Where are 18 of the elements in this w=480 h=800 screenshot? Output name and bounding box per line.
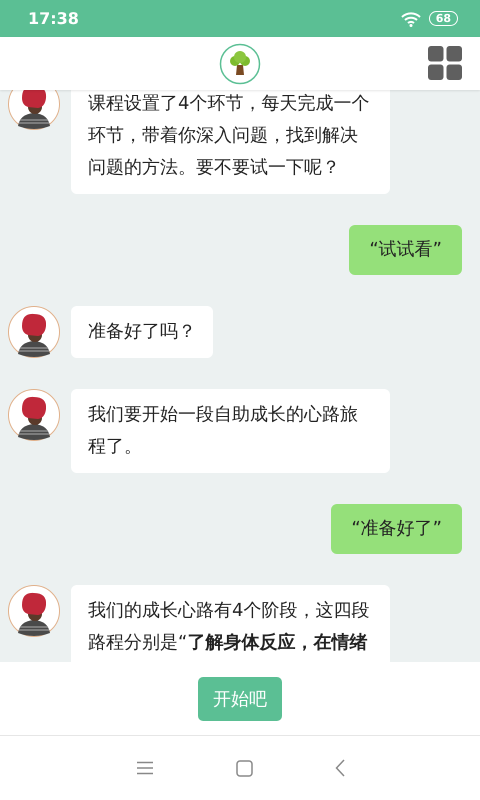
avatar-icon (8, 389, 60, 441)
avatar-icon (8, 306, 60, 358)
back-icon[interactable] (334, 759, 344, 777)
message-bubble: 课程设置了4个环节，每天完成一个环节，带着你深入问题，找到解决问题的方法。要不要试一下呢？ (71, 90, 390, 194)
menu-icon[interactable] (136, 761, 154, 775)
wifi-icon (400, 10, 421, 26)
message-bubble: 准备好了吗？ (71, 306, 213, 358)
reply-bubble: “准备好了” (331, 504, 462, 554)
tree-logo-icon (219, 42, 261, 84)
start-button[interactable]: 开始吧 (198, 676, 282, 720)
grid-menu-icon[interactable] (428, 46, 462, 80)
home-icon[interactable] (236, 760, 252, 776)
status-time: 17:38 (28, 9, 79, 28)
message-bubble: 我们要开始一段自助成长的心路旅程了。 (71, 389, 390, 473)
message-bubble: 我们的成长心路有4个阶段，这四段路程分别是“了解身体反应，在情绪 (71, 585, 390, 662)
reply-bubble: “试试看” (349, 225, 462, 275)
avatar-icon (8, 585, 60, 637)
battery-indicator: 68 (428, 11, 458, 26)
